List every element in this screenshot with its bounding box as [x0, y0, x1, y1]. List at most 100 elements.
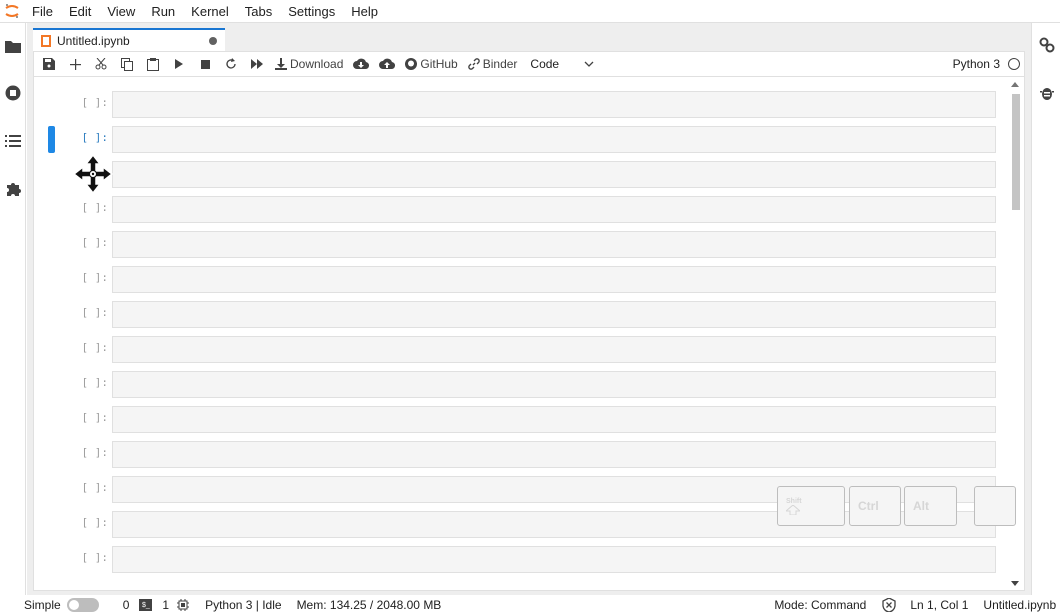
notebook-cell[interactable]: [ ]: — [34, 336, 1004, 363]
kernel-status-idle-icon — [1008, 58, 1020, 70]
alt-key: Alt — [904, 486, 957, 526]
cell-prompt: [ ]: — [81, 446, 109, 459]
menu-settings[interactable]: Settings — [280, 0, 343, 23]
save-icon[interactable] — [36, 52, 62, 76]
tab-bar: Untitled.ipynb — [27, 23, 1031, 51]
menu-view[interactable]: View — [99, 0, 143, 23]
notebook-cell[interactable]: [ ]: — [34, 546, 1004, 573]
cell-input-editor[interactable] — [112, 371, 996, 398]
cell-type-value: Code — [530, 57, 560, 71]
kernel-status-text[interactable]: Python 3 | Idle — [205, 598, 282, 612]
cell-input-editor[interactable] — [112, 441, 996, 468]
notebook-cell[interactable] — [34, 161, 1004, 188]
notebook-cell[interactable]: [ ]: — [34, 196, 1004, 223]
notebook-cell[interactable]: [ ]: — [34, 126, 1004, 153]
kernels-count[interactable]: 1 — [162, 598, 169, 612]
menu-file[interactable]: File — [24, 0, 61, 23]
menu-edit[interactable]: Edit — [61, 0, 99, 23]
cell-input-editor[interactable] — [112, 161, 996, 188]
cell-prompt: [ ]: — [81, 551, 109, 564]
status-bar: Simple 0 $_ 1 Python 3 | Idle Mem: 134.2… — [0, 595, 1060, 615]
menu-kernel[interactable]: Kernel — [183, 0, 237, 23]
table-of-contents-icon[interactable] — [4, 132, 22, 150]
cell-input-editor[interactable] — [112, 126, 996, 153]
kernel-chip-icon[interactable] — [177, 599, 190, 611]
debugger-bug-icon[interactable] — [1038, 84, 1056, 102]
ctrl-key-label: Ctrl — [858, 499, 879, 513]
simple-switch[interactable] — [66, 598, 99, 612]
notebook-cell[interactable]: [ ]: — [34, 266, 1004, 293]
restart-icon[interactable] — [218, 52, 244, 76]
lsp-status-icon[interactable] — [882, 598, 897, 612]
cell-input-editor[interactable] — [112, 301, 996, 328]
cell-prompt: [ ]: — [81, 201, 109, 214]
active-cell-indicator — [48, 126, 55, 153]
restart-run-all-icon[interactable] — [244, 52, 270, 76]
notebook-cell[interactable]: [ ]: — [34, 231, 1004, 258]
paste-icon[interactable] — [140, 52, 166, 76]
cell-input-editor[interactable] — [112, 266, 996, 293]
cell-input-editor[interactable] — [112, 406, 996, 433]
left-sidebar — [0, 23, 26, 595]
shift-key: Shift — [777, 486, 845, 526]
extension-puzzle-icon[interactable] — [4, 180, 22, 198]
cut-icon[interactable] — [88, 52, 114, 76]
running-stop-icon[interactable] — [4, 84, 22, 102]
terminals-count[interactable]: 0 — [123, 598, 130, 612]
tab-untitled-notebook[interactable]: Untitled.ipynb — [33, 28, 225, 51]
folder-icon[interactable] — [4, 37, 22, 55]
memory-usage: Mem: 134.25 / 2048.00 MB — [296, 598, 442, 612]
menu-bar: File Edit View Run Kernel Tabs Settings … — [0, 0, 1060, 23]
binder-button[interactable]: Binder — [463, 52, 523, 76]
move-cursor-icon — [72, 153, 114, 195]
menu-run[interactable]: Run — [143, 0, 183, 23]
cell-prompt: [ ]: — [81, 516, 109, 529]
unsaved-dot-icon[interactable] — [209, 36, 217, 45]
cell-input-editor[interactable] — [112, 91, 996, 118]
scroll-down-arrow-icon[interactable] — [1011, 581, 1019, 586]
notebook-toolbar: Download GitHub Binder Code Python 3 — [34, 52, 1024, 77]
cell-prompt: [ ]: — [81, 341, 109, 354]
add-cell-icon[interactable] — [62, 52, 88, 76]
scrollbar-thumb[interactable] — [1012, 94, 1020, 210]
cell-prompt: [ ]: — [81, 131, 109, 144]
shift-key-label: Shift — [786, 497, 802, 505]
download-button[interactable]: Download — [270, 52, 348, 76]
notebook-cell[interactable]: [ ]: — [34, 441, 1004, 468]
mode-indicator: Mode: Command — [774, 598, 867, 612]
right-sidebar — [1031, 23, 1060, 595]
ctrl-key: Ctrl — [849, 486, 901, 526]
cloud-upload-icon[interactable] — [374, 52, 400, 76]
simple-mode-toggle[interactable]: Simple — [24, 598, 99, 612]
github-icon — [405, 58, 418, 70]
cell-input-editor[interactable] — [112, 196, 996, 223]
menu-tabs[interactable]: Tabs — [237, 0, 280, 23]
status-file-name: Untitled.ipynb — [983, 598, 1057, 612]
cell-input-editor[interactable] — [112, 546, 996, 573]
download-label: Download — [290, 57, 344, 71]
notebook-cell[interactable]: [ ]: — [34, 301, 1004, 328]
cursor-position[interactable]: Ln 1, Col 1 — [910, 598, 968, 612]
stop-icon[interactable] — [192, 52, 218, 76]
property-inspector-gears-icon[interactable] — [1038, 36, 1056, 54]
cell-type-select[interactable]: Code — [526, 53, 598, 75]
copy-icon[interactable] — [114, 52, 140, 76]
menu-help[interactable]: Help — [343, 0, 386, 23]
tab-label: Untitled.ipynb — [57, 33, 130, 48]
notebook-cell[interactable]: [ ]: — [34, 406, 1004, 433]
shift-arrow-icon — [786, 504, 800, 515]
cell-input-editor[interactable] — [112, 336, 996, 363]
github-button[interactable]: GitHub — [400, 52, 462, 76]
link-icon — [467, 58, 480, 70]
notebook-cell[interactable]: [ ]: — [34, 371, 1004, 398]
scroll-up-arrow-icon[interactable] — [1011, 82, 1019, 87]
terminal-icon[interactable]: $_ — [139, 599, 153, 611]
cell-prompt: [ ]: — [81, 481, 109, 494]
run-icon[interactable] — [166, 52, 192, 76]
kernel-name[interactable]: Python 3 — [953, 52, 1000, 77]
cell-input-editor[interactable] — [112, 231, 996, 258]
cloud-download-icon[interactable] — [348, 52, 374, 76]
cell-prompt: [ ]: — [81, 306, 109, 319]
notebook-cell[interactable]: [ ]: — [34, 91, 1004, 118]
cell-prompt: [ ]: — [81, 376, 109, 389]
